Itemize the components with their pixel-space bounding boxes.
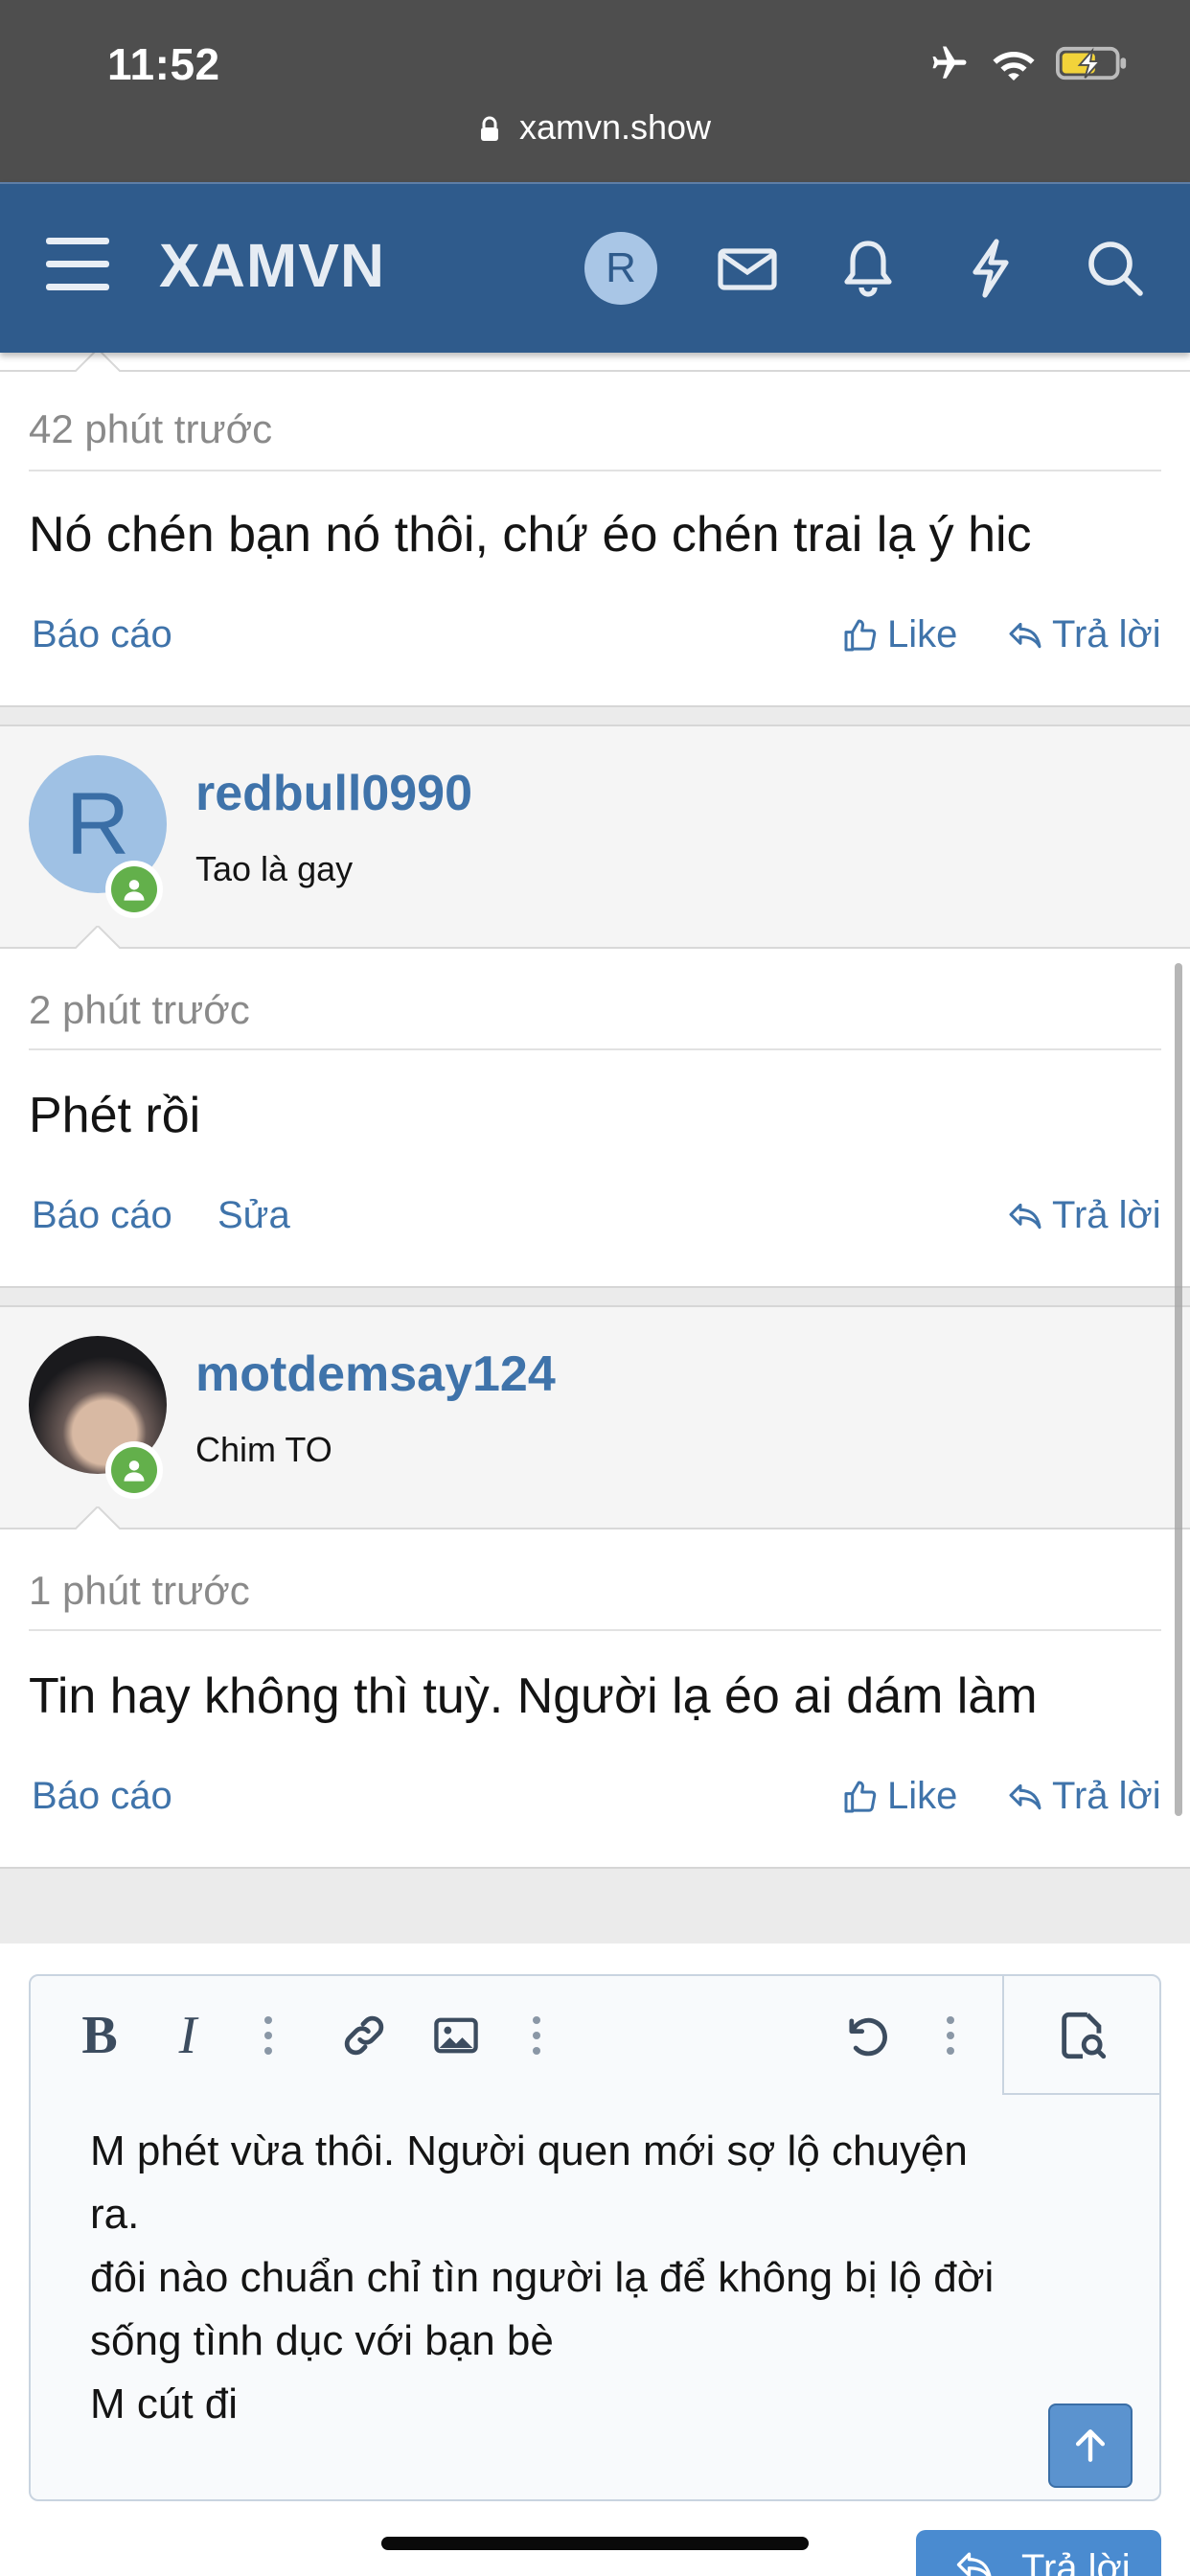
post-user-block: R redbull0990 Tao là gay [0,726,1190,947]
undo-icon[interactable] [837,2007,895,2064]
app-header: XAMVN R [0,182,1190,353]
post-body: Nó chén bạn nó thôi, chứ éo chén trai lạ… [29,507,1032,563]
post-actions: Báo cáo Like Trả lời [0,613,1190,671]
divider [29,1048,1161,1050]
status-bar: 11:52 xamvn.show [0,0,1190,182]
divider [29,470,1161,472]
editor-content[interactable]: M phét vừa thôi. Người quen mới sợ lộ ch… [90,2120,1125,2436]
report-link[interactable]: Báo cáo [32,613,172,656]
site-logo[interactable]: XAMVN [159,230,385,301]
home-indicator [381,2537,809,2550]
preview-icon[interactable] [1054,2007,1111,2064]
username[interactable]: motdemsay124 [195,1346,556,1403]
bell-icon[interactable] [835,236,901,301]
mail-icon[interactable] [715,236,780,301]
username[interactable]: redbull0990 [195,765,472,822]
user-icon [124,1460,145,1482]
report-link[interactable]: Báo cáo [32,1194,172,1237]
battery-charging-icon [1056,46,1127,80]
more-options-icon[interactable] [922,2007,979,2064]
post-time[interactable]: 2 phút trước [29,987,1161,1033]
post-time[interactable]: 42 phút trước [29,406,1161,452]
more-options-icon[interactable] [240,2007,297,2064]
bubble-pointer [75,926,121,949]
menu-icon[interactable] [46,238,109,295]
reply-label: Trả lời [1052,1775,1161,1817]
url-text: xamvn.show [518,107,712,147]
reply-icon [1009,1203,1041,1229]
reply-label: Trả lời [1052,1194,1161,1236]
editor-line: M phét vừa thôi. Người quen mới sợ lộ ch… [90,2128,968,2174]
report-label: Báo cáo [32,613,172,656]
image-icon[interactable] [427,2007,485,2064]
like-label: Like [887,1775,958,1817]
post-user-block: motdemsay124 Chim TO [0,1307,1190,1528]
thumbs-up-icon [844,1781,877,1812]
reply-button-label: Trả lời [1021,2547,1131,2576]
account-avatar[interactable]: R [584,232,657,305]
toolbar-preview-section [1002,1976,1159,2095]
reply-link[interactable]: Trả lời [1006,1775,1161,1818]
report-label: Báo cáo [32,1775,172,1817]
bold-button[interactable]: B [71,2006,128,2065]
lock-icon [480,116,498,141]
arrow-up-icon [1075,2429,1106,2462]
post-separator [0,705,1190,726]
reply-editor[interactable]: B I M phét vừa thôi. Người quen mới sợ l… [29,1974,1161,2501]
lightning-icon[interactable] [958,236,1023,301]
post-separator [0,1286,1190,1307]
reply-label: Trả lời [1052,613,1161,656]
like-link[interactable]: Like [841,1775,957,1818]
status-icons [927,42,1129,84]
post-time[interactable]: 1 phút trước [29,1568,1161,1614]
user-icon [124,880,145,901]
wifi-icon [993,52,1035,80]
editor-toolbar: B I [31,1976,1159,2095]
editor-line: M cút đi [90,2380,239,2427]
bubble-pointer [75,1506,121,1530]
editor-line: đôi nào chuẩn chỉ tìn người lạ để không … [90,2254,995,2301]
reply-icon [1009,622,1041,648]
edit-label: Sửa [217,1194,290,1236]
post-actions: Báo cáo Like Trả lời [0,1775,1190,1832]
reply-link[interactable]: Trả lời [1006,613,1161,656]
editor-line: ra. [90,2191,140,2238]
italic-button[interactable]: I [159,2006,217,2065]
user-title: Chim TO [195,1430,332,1469]
reply-link[interactable]: Trả lời [1006,1194,1161,1237]
post-reply-button[interactable]: Trả lời [916,2530,1161,2576]
post-actions: Báo cáo Sửa Trả lời [0,1194,1190,1252]
bubble-edge [0,1528,1190,1530]
url-bar[interactable]: xamvn.show [0,107,1190,148]
bubble-edge [0,947,1190,949]
edit-link[interactable]: Sửa [217,1194,290,1237]
online-badge [105,1441,163,1499]
divider [29,1629,1161,1631]
reply-icon [1009,1783,1041,1809]
user-title: Tao là gay [195,849,354,888]
link-icon[interactable] [335,2007,393,2064]
status-time: 11:52 [107,39,220,89]
post-body: Phét rồi [29,1088,201,1143]
editor-line: sống tình dục với bạn bè [90,2317,554,2364]
online-badge [105,861,163,918]
report-label: Báo cáo [32,1194,172,1236]
airplane-icon [932,46,967,79]
like-link[interactable]: Like [841,613,957,656]
thumbs-up-icon [844,619,877,651]
bubble-edge [0,370,1190,372]
post-body: Tin hay không thì tuỳ. Người lạ éo ai dá… [29,1668,1038,1724]
reply-icon [956,2552,992,2576]
report-link[interactable]: Báo cáo [32,1775,172,1818]
scrollbar[interactable] [1175,963,1182,1816]
scroll-to-top-button[interactable] [1048,2404,1133,2488]
more-options-icon[interactable] [508,2007,565,2064]
like-label: Like [887,613,958,656]
search-icon[interactable] [1083,236,1148,301]
